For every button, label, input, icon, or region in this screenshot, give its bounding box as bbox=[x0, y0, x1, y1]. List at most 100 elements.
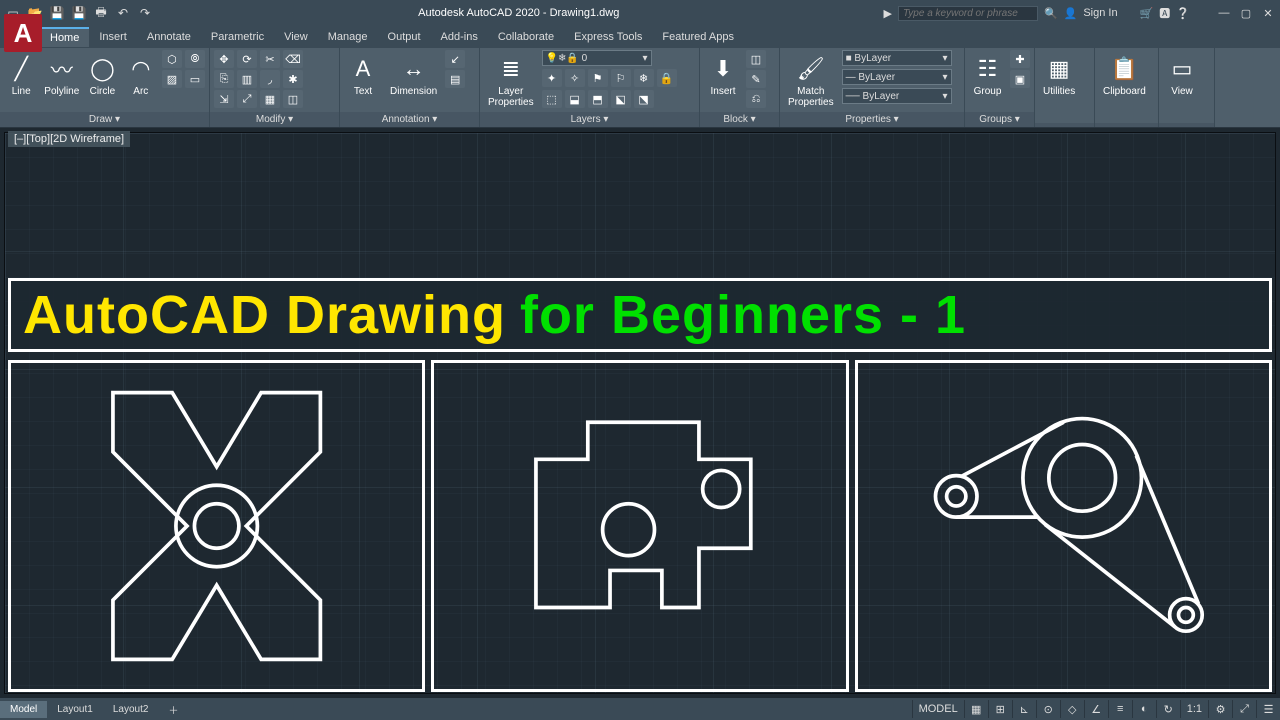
utilities-button[interactable]: ▦Utilities bbox=[1039, 50, 1079, 99]
search-input[interactable] bbox=[898, 6, 1038, 21]
array-icon[interactable]: ▦ bbox=[260, 90, 280, 108]
leader-icon[interactable]: ↙ bbox=[445, 50, 465, 68]
move-icon[interactable]: ✥ bbox=[214, 50, 234, 68]
rotate-icon[interactable]: ⟳ bbox=[237, 50, 257, 68]
status-snap-icon[interactable]: ⊞ bbox=[988, 700, 1012, 718]
minimize-button[interactable]: — bbox=[1216, 6, 1232, 20]
group-button[interactable]: ☷Group bbox=[969, 50, 1006, 99]
block-icon-3[interactable]: ⎌ bbox=[746, 90, 766, 108]
search-icon[interactable]: 🔍 bbox=[1044, 7, 1058, 20]
qat-plot-icon[interactable]: 🖶 bbox=[92, 4, 110, 22]
tab-collaborate[interactable]: Collaborate bbox=[488, 28, 564, 46]
drawing-canvas[interactable]: AutoCAD Drawing for Beginners - 1 bbox=[0, 128, 1280, 698]
insert-button[interactable]: ⬇Insert bbox=[704, 50, 742, 99]
draw-icon-1[interactable]: ⬡ bbox=[162, 50, 182, 68]
dimension-button[interactable]: ↔Dimension bbox=[386, 50, 441, 99]
tab-manage[interactable]: Manage bbox=[318, 28, 378, 46]
layer-tool-11[interactable]: ⬔ bbox=[634, 90, 654, 108]
tab-annotate[interactable]: Annotate bbox=[137, 28, 201, 46]
qat-redo-icon[interactable]: ↷ bbox=[136, 4, 154, 22]
status-customize-icon[interactable]: ☰ bbox=[1256, 700, 1280, 718]
draw-icon-2[interactable]: ⦾ bbox=[185, 50, 205, 68]
tab-view[interactable]: View bbox=[274, 28, 318, 46]
panel-block-title[interactable]: Block ▾ bbox=[700, 112, 779, 127]
layer-tool-9[interactable]: ⬒ bbox=[588, 90, 608, 108]
panel-properties-title[interactable]: Properties ▾ bbox=[780, 112, 964, 127]
layer-tool-10[interactable]: ⬕ bbox=[611, 90, 631, 108]
status-ortho-icon[interactable]: ⊾ bbox=[1012, 700, 1036, 718]
copy-icon[interactable]: ⎘ bbox=[214, 70, 234, 88]
arc-button[interactable]: ◠Arc bbox=[124, 50, 158, 99]
status-cycle-icon[interactable]: ↻ bbox=[1156, 700, 1180, 718]
tab-featured-apps[interactable]: Featured Apps bbox=[652, 28, 744, 46]
qat-save-icon[interactable]: 💾 bbox=[48, 4, 66, 22]
tab-parametric[interactable]: Parametric bbox=[201, 28, 274, 46]
qat-saveas-icon[interactable]: 💾 bbox=[70, 4, 88, 22]
close-button[interactable]: ✕ bbox=[1260, 6, 1276, 20]
app-icon[interactable]: 🅰 bbox=[1159, 5, 1170, 21]
user-icon[interactable]: 👤 bbox=[1064, 7, 1078, 20]
layer-tool-4[interactable]: ⚐ bbox=[611, 69, 631, 87]
tab-layout2[interactable]: Layout2 bbox=[103, 701, 159, 718]
table-icon[interactable]: ▤ bbox=[445, 70, 465, 88]
app-logo[interactable]: A bbox=[4, 14, 42, 52]
fillet-icon[interactable]: ◞ bbox=[260, 70, 280, 88]
tab-addins[interactable]: Add-ins bbox=[431, 28, 488, 46]
status-polar-icon[interactable]: ⊙ bbox=[1036, 700, 1060, 718]
status-otrack-icon[interactable]: ∠ bbox=[1084, 700, 1108, 718]
offset-icon[interactable]: ◫ bbox=[283, 90, 303, 108]
tab-insert[interactable]: Insert bbox=[89, 28, 137, 46]
cart-icon[interactable]: 🛒 bbox=[1140, 7, 1154, 20]
layer-tool-7[interactable]: ⬚ bbox=[542, 90, 562, 108]
status-scale-label[interactable]: 1:1 bbox=[1180, 700, 1208, 718]
tab-layout1[interactable]: Layout1 bbox=[47, 701, 103, 718]
panel-annotation-title[interactable]: Annotation ▾ bbox=[340, 112, 479, 127]
explode-icon[interactable]: ✱ bbox=[283, 70, 303, 88]
qat-undo-icon[interactable]: ↶ bbox=[114, 4, 132, 22]
status-max-icon[interactable]: ⤢ bbox=[1232, 700, 1256, 718]
scale-icon[interactable]: ⤢ bbox=[237, 90, 257, 108]
clipboard-button[interactable]: 📋Clipboard bbox=[1099, 50, 1150, 99]
erase-icon[interactable]: ⌫ bbox=[283, 50, 303, 68]
add-layout-button[interactable]: ＋ bbox=[158, 699, 188, 720]
status-osnap-icon[interactable]: ◇ bbox=[1060, 700, 1084, 718]
layer-tool-2[interactable]: ✧ bbox=[565, 69, 585, 87]
panel-layers-title[interactable]: Layers ▾ bbox=[480, 112, 699, 127]
draw-icon-3[interactable]: ▨ bbox=[162, 70, 182, 88]
layer-tool-8[interactable]: ⬓ bbox=[565, 90, 585, 108]
status-transparency-icon[interactable]: ◐ bbox=[1132, 700, 1156, 718]
line-button[interactable]: ╱Line bbox=[4, 50, 38, 99]
draw-icon-4[interactable]: ▭ bbox=[185, 70, 205, 88]
tab-express-tools[interactable]: Express Tools bbox=[564, 28, 652, 46]
status-lwt-icon[interactable]: ≡ bbox=[1108, 700, 1132, 718]
layer-tool-5[interactable]: ❄ bbox=[634, 69, 654, 87]
group-icon-2[interactable]: ▣ bbox=[1010, 70, 1030, 88]
status-grid-icon[interactable]: ▦ bbox=[964, 700, 988, 718]
tab-home[interactable]: Home bbox=[40, 27, 89, 47]
polyline-button[interactable]: 〰Polyline bbox=[42, 50, 81, 99]
trim-icon[interactable]: ✂ bbox=[260, 50, 280, 68]
layer-tool-6[interactable]: 🔒 bbox=[657, 69, 677, 87]
tab-model[interactable]: Model bbox=[0, 701, 47, 718]
circle-button[interactable]: ◯Circle bbox=[85, 50, 119, 99]
block-icon-1[interactable]: ◫ bbox=[746, 50, 766, 68]
group-icon-1[interactable]: ✚ bbox=[1010, 50, 1030, 68]
prop-lineweight-select[interactable]: — ByLayer▾ bbox=[842, 69, 952, 85]
prop-linetype-select[interactable]: ── ByLayer▾ bbox=[842, 88, 952, 104]
mirror-icon[interactable]: ▥ bbox=[237, 70, 257, 88]
panel-modify-title[interactable]: Modify ▾ bbox=[210, 112, 339, 127]
block-icon-2[interactable]: ✎ bbox=[746, 70, 766, 88]
help-icon[interactable]: ❔ bbox=[1176, 7, 1190, 20]
status-gear-icon[interactable]: ⚙ bbox=[1208, 700, 1232, 718]
view-button[interactable]: ▭View bbox=[1163, 50, 1201, 99]
layer-tool-3[interactable]: ⚑ bbox=[588, 69, 608, 87]
restore-button[interactable]: ▢ bbox=[1238, 6, 1254, 20]
tab-output[interactable]: Output bbox=[378, 28, 431, 46]
match-properties-button[interactable]: 🖌Match Properties bbox=[784, 50, 838, 110]
stretch-icon[interactable]: ⇲ bbox=[214, 90, 234, 108]
layer-properties-button[interactable]: ≣Layer Properties bbox=[484, 50, 538, 110]
layer-tool-1[interactable]: ✦ bbox=[542, 69, 562, 87]
panel-draw-title[interactable]: Draw ▾ bbox=[0, 112, 209, 127]
layer-current-select[interactable]: 💡❄🔒 0▾ bbox=[542, 50, 652, 66]
signin-label[interactable]: Sign In bbox=[1083, 7, 1117, 19]
